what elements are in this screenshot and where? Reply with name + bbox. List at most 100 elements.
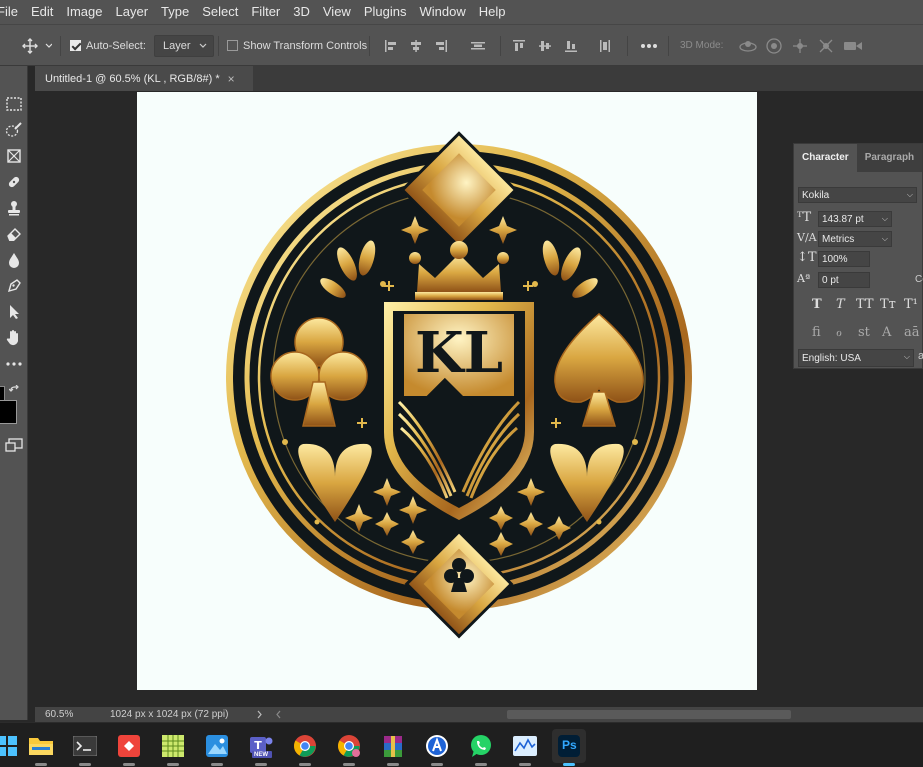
more-icon [641, 43, 657, 48]
document-canvas[interactable]: KL [137, 92, 757, 690]
tab-character[interactable]: Character [794, 144, 857, 172]
pen-tool[interactable] [3, 275, 25, 297]
taskbar-chrome[interactable] [288, 729, 322, 766]
align-center-h-button[interactable] [409, 25, 423, 66]
taskbar-start[interactable] [0, 729, 24, 763]
menu-window[interactable]: Window [413, 0, 472, 24]
taskbar-photos[interactable] [200, 729, 234, 766]
chevron-down-icon: ⌵ [906, 190, 913, 199]
superscript-button[interactable]: T¹ [904, 297, 918, 312]
pen-icon [7, 279, 21, 293]
oldstyle-button[interactable]: ℴ [836, 325, 842, 340]
layer-dropdown[interactable]: Layer [154, 25, 214, 66]
align-bottom-button[interactable] [564, 25, 578, 66]
chevron-left-icon[interactable] [275, 710, 281, 719]
move-tool-preset-button[interactable] [22, 25, 52, 66]
menu-help[interactable]: Help [473, 0, 513, 24]
align-center-h-icon [411, 39, 421, 52]
all-caps-button[interactable]: TT [856, 297, 874, 312]
3d-orbit-button[interactable] [738, 25, 758, 66]
show-transform-check[interactable] [227, 40, 238, 51]
faux-bold-button[interactable]: T [812, 297, 822, 312]
menu-file[interactable]: File [0, 0, 25, 24]
clone-stamp-tool[interactable] [3, 197, 25, 219]
path-selection-tool[interactable] [3, 301, 25, 323]
align-middle-icon [539, 40, 551, 51]
eraser-tool[interactable] [3, 223, 25, 245]
taskbar-spreadsheet[interactable] [156, 729, 190, 766]
ordinals-button[interactable]: aā [904, 325, 920, 340]
3d-roll-button[interactable] [765, 25, 783, 66]
distribute-button[interactable] [470, 25, 486, 66]
screen-mode-button[interactable] [3, 434, 25, 456]
font-family-dropdown[interactable]: Kokila ⌵ [798, 187, 917, 203]
align-left-button[interactable] [384, 25, 398, 66]
tab-paragraph[interactable]: Paragraph [857, 144, 922, 172]
swash-button[interactable]: st [858, 325, 870, 340]
language-dropdown[interactable]: English: USA ⌵ [798, 349, 914, 367]
font-size-field[interactable]: 143.87 pt ⌵ [818, 211, 892, 227]
taskbar-terminal[interactable] [68, 729, 102, 766]
taskbar-winrar[interactable] [376, 729, 410, 766]
3d-scale-button[interactable] [843, 25, 863, 66]
healing-brush-tool[interactable] [3, 171, 25, 193]
close-icon[interactable]: × [228, 72, 235, 86]
photoshop-icon-label: Ps [562, 738, 577, 752]
small-caps-button[interactable]: Tт [880, 297, 896, 312]
blur-tool[interactable] [3, 249, 25, 271]
auto-select-check[interactable] [70, 40, 81, 51]
baseline-shift-field[interactable]: 0 pt [818, 272, 870, 288]
menu-view[interactable]: View [317, 0, 358, 24]
menu-3d[interactable]: 3D [287, 0, 317, 24]
taskbar-anydesk[interactable] [112, 729, 146, 766]
taskbar-chrome-profile[interactable] [332, 729, 366, 766]
more-options-button[interactable] [640, 25, 658, 66]
background-color-swatch[interactable] [0, 400, 17, 424]
kl-poker-logo-artwork: KL [226, 131, 692, 639]
3d-pan-button[interactable] [791, 25, 809, 66]
taskbar-whatsapp[interactable] [464, 729, 498, 766]
menu-filter[interactable]: Filter [245, 0, 287, 24]
menu-select[interactable]: Select [196, 0, 245, 24]
edit-toolbar-button[interactable] [3, 353, 25, 375]
align-top-button[interactable] [512, 25, 526, 66]
zoom-level[interactable]: 60.5% [45, 709, 73, 720]
type-style-buttons: T T TT Tт T¹ [812, 297, 922, 315]
taskbar-task-manager[interactable] [508, 729, 542, 766]
color-label-partial: Co [915, 274, 923, 285]
swap-arrows-icon [8, 384, 19, 392]
taskbar-file-explorer[interactable] [24, 729, 58, 766]
menu-edit[interactable]: Edit [25, 0, 60, 24]
kerning-dropdown[interactable]: Metrics ⌵ [818, 231, 892, 247]
taskbar-photoshop[interactable]: Ps [552, 729, 586, 766]
align-middle-button[interactable] [538, 25, 552, 66]
frame-tool[interactable] [3, 145, 25, 167]
align-right-icon [436, 39, 447, 52]
menu-plugins[interactable]: Plugins [358, 0, 414, 24]
distribute-vertical-button[interactable] [598, 25, 612, 66]
align-right-button[interactable] [434, 25, 448, 66]
document-tab[interactable]: Untitled-1 @ 60.5% (KL , RGB/8#) * × [35, 66, 253, 91]
opentype-buttons: fi ℴ st A aā [812, 325, 922, 343]
hand-tool[interactable] [3, 327, 25, 349]
show-transform-checkbox[interactable]: Show Transform Controls [227, 25, 367, 66]
auto-select-checkbox[interactable]: Auto-Select: [70, 25, 146, 66]
tools-panel [0, 66, 28, 720]
chevron-down-icon: ⌵ [903, 352, 910, 361]
chevron-right-icon[interactable] [257, 710, 263, 719]
marquee-tool[interactable] [3, 93, 25, 115]
menu-image[interactable]: Image [60, 0, 109, 24]
horizontal-scrollbar-thumb[interactable] [507, 710, 791, 719]
3d-slide-button[interactable] [817, 25, 835, 66]
taskbar-app-store[interactable] [420, 729, 454, 766]
vertical-scale-field[interactable]: 100% [818, 251, 870, 267]
quick-selection-tool[interactable] [3, 119, 25, 141]
menu-layer[interactable]: Layer [110, 0, 156, 24]
faux-italic-button[interactable]: T [836, 297, 845, 312]
document-info[interactable]: 1024 px x 1024 px (72 ppi) [110, 709, 228, 720]
taskbar-teams[interactable]: T NEW [244, 729, 278, 766]
menu-type[interactable]: Type [155, 0, 196, 24]
ligatures-button[interactable]: fi [812, 325, 821, 340]
titling-button[interactable]: A [882, 325, 891, 340]
kerning-value: Metrics [822, 233, 855, 245]
